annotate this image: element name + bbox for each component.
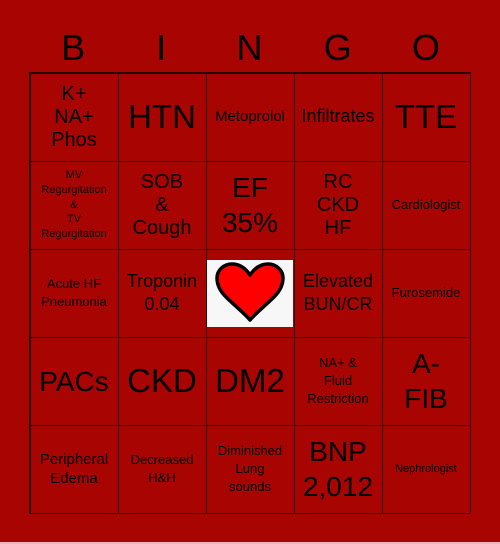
bingo-cell-r2-c2[interactable]: SOB & Cough [117,160,207,250]
bingo-cell-r3-c1[interactable]: Acute HF Pneumonia [29,248,119,338]
bingo-cell-r3-c2[interactable]: Troponin 0.04 [117,248,207,338]
bingo-cell-r1-c2[interactable]: HTN [117,72,207,162]
bingo-cell-r2-c4[interactable]: RC CKD HF [293,160,383,250]
free-space [207,259,293,327]
header-letter-b: B [61,27,86,68]
bingo-cell-r4-c2[interactable]: CKD [117,336,207,426]
bingo-cell-r4-c4[interactable]: NA+ & Fluid Restriction [293,336,383,426]
bingo-cell-r4-c3[interactable]: DM2 [205,336,295,426]
bingo-cell-r1-c3[interactable]: Metoprolol [205,72,295,162]
bingo-cell-r5-c5[interactable]: Nephrologist [381,424,471,514]
bingo-cell-r5-c4[interactable]: BNP 2,012 [293,424,383,514]
bingo-cell-r1-c5[interactable]: TTE [381,72,471,162]
bingo-cell-r5-c3[interactable]: Diminished Lung sounds [205,424,295,514]
bingo-header: B I N G O [29,28,470,68]
bingo-grid: K+ NA+ Phos HTN Metoprolol Infiltrates T… [29,72,471,514]
bingo-cell-r1-c4[interactable]: Infiltrates [293,72,383,162]
bingo-cell-r2-c3[interactable]: EF 35% [205,160,295,250]
bingo-cell-r3-c4[interactable]: Elevated BUN/CR [293,248,383,338]
header-letter-g: G [323,27,352,68]
bingo-cell-r4-c5[interactable]: A- FIB [381,336,471,426]
bingo-cell-r2-c5[interactable]: Cardiologist [381,160,471,250]
heart-icon [215,262,285,322]
header-letter-o: O [411,27,440,68]
bingo-cell-r4-c1[interactable]: PACs [29,336,119,426]
bingo-cell-r1-c1[interactable]: K+ NA+ Phos [29,72,119,162]
header-letter-i: I [156,27,167,68]
bingo-cell-r5-c2[interactable]: Decreased H&H [117,424,207,514]
header-letter-n: N [236,27,263,68]
bingo-cell-r2-c1[interactable]: MV Regurgitation & TV Regurgitation [29,160,119,250]
free-space-cell[interactable] [205,248,295,338]
bingo-cell-r5-c1[interactable]: Peripheral Edema [29,424,119,514]
bingo-cell-r3-c5[interactable]: Furosemide [381,248,471,338]
